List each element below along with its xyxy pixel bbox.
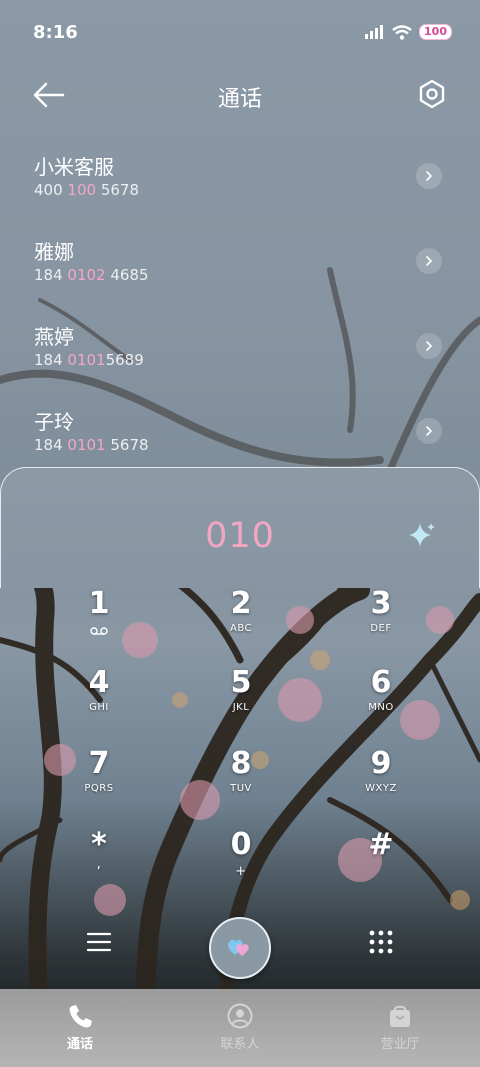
key-hash[interactable]: # (311, 828, 451, 898)
tab-service-hall[interactable]: 营业厅 (320, 989, 480, 1067)
key-4[interactable]: 4 GHI (29, 666, 169, 736)
dial-display: 010 (0, 467, 480, 588)
key-3[interactable]: 3 DEF (311, 587, 451, 657)
tab-calls[interactable]: 通话 (0, 989, 160, 1067)
tab-contacts-label: 联系人 (220, 1037, 260, 1052)
list-item[interactable]: 小米客服 400 100 5678 (0, 145, 480, 230)
list-item[interactable]: 雅娜 184 0102 4685 (0, 230, 480, 315)
key-8[interactable]: 8 TUV (171, 747, 311, 817)
settings-icon[interactable] (416, 78, 448, 110)
contact-name: 雅娜 (34, 240, 74, 264)
wifi-icon (392, 24, 412, 40)
contact-name: 子玲 (34, 410, 74, 434)
page-title: 通话 (217, 87, 262, 112)
list-item[interactable]: 燕婷 184 01015689 (0, 315, 480, 400)
chevron-right-icon (426, 426, 433, 436)
chevron-right-icon (426, 171, 433, 181)
header: 通话 (0, 72, 480, 118)
contact-name: 燕婷 (34, 325, 74, 349)
key-star[interactable]: * , (29, 828, 169, 898)
key-7[interactable]: 7 PQRS (29, 747, 169, 817)
detail-button[interactable] (416, 248, 442, 274)
contact-number: 184 0102 4685 (34, 266, 149, 284)
contact-number: 184 0101 5678 (34, 436, 149, 454)
chevron-right-icon (426, 341, 433, 351)
contact-number: 184 01015689 (34, 351, 144, 369)
tab-calls-label: 通话 (66, 1037, 93, 1052)
detail-button[interactable] (416, 418, 442, 444)
voicemail-icon (90, 627, 108, 635)
status-bar: 8:16 100 (0, 0, 480, 66)
tab-contacts[interactable]: 联系人 (160, 989, 320, 1067)
key-6[interactable]: 6 MNO (311, 666, 451, 736)
key-9[interactable]: 9 WXYZ (311, 747, 451, 817)
search-result-list: 小米客服 400 100 5678 雅娜 184 0102 4685 燕婷 18… (0, 145, 480, 485)
heart-icon (228, 939, 249, 956)
tab-service-hall-label: 营业厅 (380, 1037, 420, 1052)
key-0[interactable]: 0 + (171, 828, 311, 898)
bottom-nav: 通话 联系人 营业厅 (0, 989, 480, 1067)
status-time: 8:16 (33, 22, 78, 43)
keypad-icon[interactable] (368, 929, 394, 955)
detail-button[interactable] (416, 333, 442, 359)
key-5[interactable]: 5 JKL (171, 666, 311, 736)
contact-icon (227, 1003, 253, 1029)
status-icons: 100 (365, 24, 452, 40)
dial-panel: 010 1 2 ABC 3 DEF 4 GHI 5 JKL 6 MNO 7 PQ… (0, 467, 480, 1067)
detail-button[interactable] (416, 163, 442, 189)
contact-number: 400 100 5678 (34, 181, 139, 199)
sparkle-icon[interactable] (407, 520, 437, 550)
key-2[interactable]: 2 ABC (171, 587, 311, 657)
bag-icon (390, 1005, 410, 1027)
phone-icon (69, 1005, 92, 1028)
key-1[interactable]: 1 (29, 587, 169, 657)
call-button[interactable] (209, 917, 271, 979)
battery-indicator: 100 (419, 24, 452, 40)
signal-icon (365, 25, 384, 39)
chevron-right-icon (426, 256, 433, 266)
menu-icon[interactable] (86, 931, 112, 953)
contact-name: 小米客服 (34, 155, 114, 179)
dial-actions (0, 913, 480, 983)
